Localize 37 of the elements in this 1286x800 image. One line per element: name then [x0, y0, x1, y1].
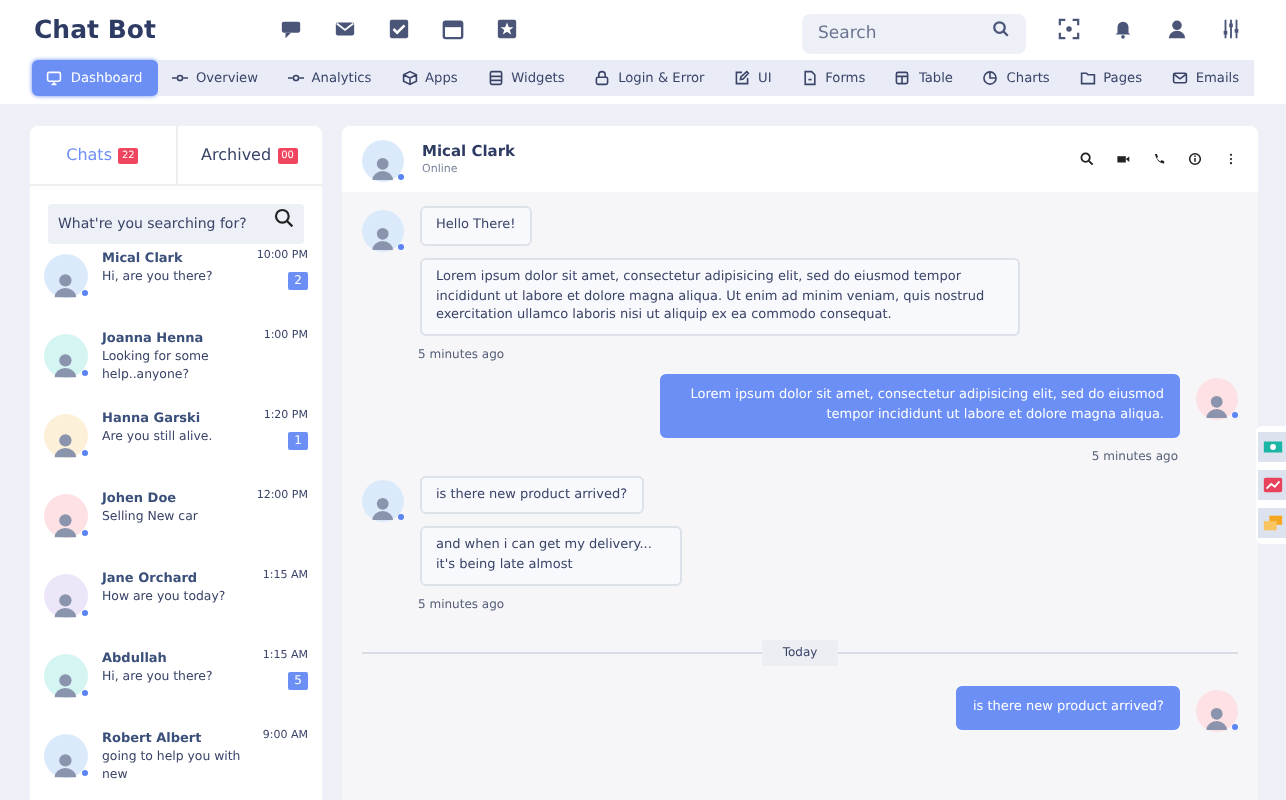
fullscreen-icon[interactable]	[1058, 17, 1080, 39]
search-field[interactable]: Search	[802, 14, 1026, 54]
avatar	[362, 479, 404, 521]
nav-icon	[894, 70, 911, 86]
nav-icon	[801, 70, 818, 86]
phone-icon[interactable]	[1152, 152, 1166, 166]
nav-icon	[982, 70, 999, 86]
bell-icon[interactable]	[1112, 17, 1134, 39]
nav-icon	[1171, 70, 1188, 86]
more-icon[interactable]	[1224, 152, 1238, 166]
nav-icon	[287, 70, 304, 86]
search-icon[interactable]	[1080, 152, 1094, 166]
calendar-icon[interactable]	[442, 17, 464, 39]
nav-icon	[171, 70, 188, 86]
avatar	[1196, 378, 1238, 420]
nav-icon	[487, 70, 504, 86]
video-icon[interactable]	[1116, 152, 1130, 166]
avatar	[362, 140, 404, 182]
mail-icon[interactable]	[334, 17, 356, 39]
nav-icon	[734, 70, 751, 86]
sliders-icon[interactable]	[1220, 17, 1242, 39]
search-icon[interactable]	[992, 19, 1010, 37]
chart-icon[interactable]	[1257, 470, 1286, 500]
avatar	[362, 210, 404, 252]
star-icon[interactable]	[496, 17, 518, 39]
nav-icon	[401, 70, 418, 86]
nav-icon	[46, 70, 63, 86]
app-title: Chat Bot	[34, 13, 158, 43]
nav-icon	[1079, 70, 1096, 86]
avatar	[1196, 689, 1238, 732]
info-icon[interactable]	[1188, 152, 1202, 166]
nav-icon	[594, 70, 611, 86]
search-icon[interactable]	[274, 208, 294, 228]
money-icon[interactable]	[1257, 432, 1286, 462]
checkbox-icon[interactable]	[388, 17, 410, 39]
chat-icon[interactable]	[280, 17, 302, 39]
user-icon[interactable]	[1166, 17, 1188, 39]
